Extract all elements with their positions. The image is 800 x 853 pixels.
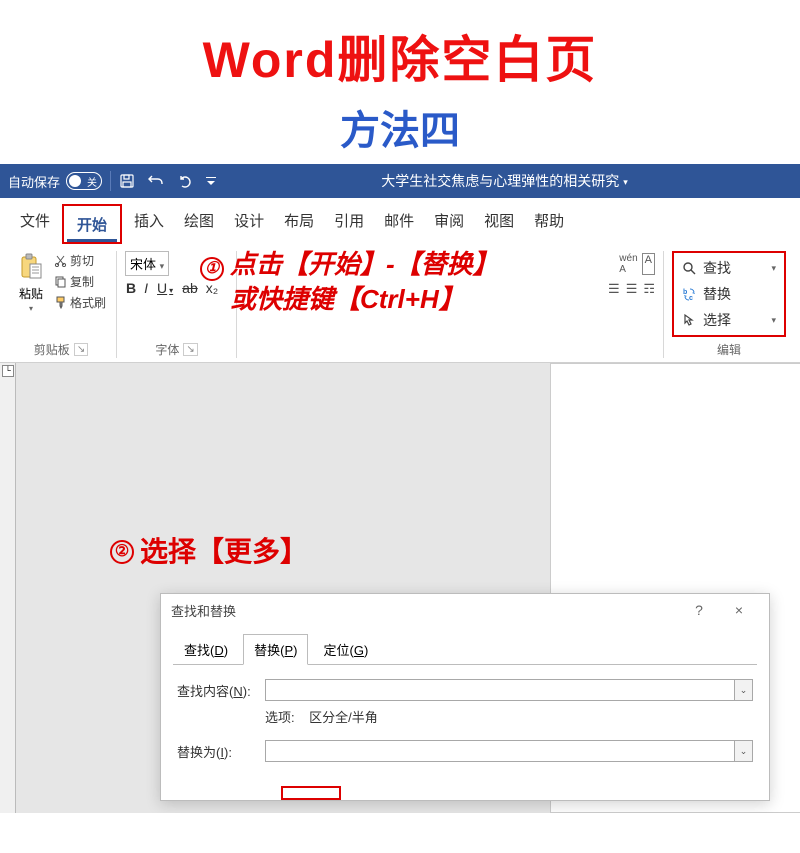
dialog-help-button[interactable]: ? — [679, 602, 719, 618]
char-border-button[interactable]: A — [642, 253, 655, 275]
svg-text:b: b — [683, 289, 687, 296]
tab-file[interactable]: 文件 — [10, 204, 60, 244]
vertical-ruler: └ — [0, 363, 16, 813]
tab-home[interactable]: 开始 — [67, 208, 117, 242]
tab-layout[interactable]: 布局 — [274, 204, 324, 244]
annotation-step1: ①点击【开始】-【替换】 或快捷键【Ctrl+H】 — [200, 247, 499, 317]
tutorial-title: Word删除空白页 — [0, 20, 800, 92]
tab-references[interactable]: 引用 — [324, 204, 374, 244]
save-icon[interactable] — [119, 173, 135, 189]
dialog-title-text: 查找和替换 — [171, 601, 236, 620]
dialog-tab-goto[interactable]: 定位(G) — [312, 634, 379, 665]
italic-button[interactable]: I — [143, 280, 149, 296]
replace-button[interactable]: bc 替换 — [676, 281, 782, 307]
font-family-select[interactable]: 宋体 ▾ — [125, 251, 169, 276]
group-editing: 查找▾ bc 替换 选择▾ 编辑 — [664, 251, 794, 358]
strikethrough-button[interactable]: ab — [181, 280, 199, 296]
highlight-more-button — [281, 786, 341, 800]
phonetic-guide-button[interactable]: wénA — [619, 253, 637, 275]
underline-button[interactable]: U▾ — [155, 280, 175, 296]
find-input-wrapper: ⌄ — [265, 679, 753, 701]
replace-history-dropdown[interactable]: ⌄ — [734, 741, 752, 761]
undo-icon[interactable] — [147, 173, 165, 189]
annotation-step2: ② 选择【更多】 — [110, 533, 308, 571]
multilevel-list-icon[interactable]: ☶ — [643, 281, 655, 297]
dialog-body: 查找内容(N): ⌄ 选项: 区分全/半角 替换为(I): ⌄ — [173, 664, 757, 782]
group-font-label: 字体↘ — [125, 337, 228, 358]
tab-review[interactable]: 审阅 — [424, 204, 474, 244]
tab-view[interactable]: 视图 — [474, 204, 524, 244]
step-marker-1: ① — [200, 257, 224, 281]
tab-mailings[interactable]: 邮件 — [374, 204, 424, 244]
copy-button[interactable]: 复制 — [52, 272, 108, 291]
cut-button[interactable]: 剪切 — [52, 251, 108, 270]
dialog-close-button[interactable]: × — [719, 602, 759, 618]
tab-insert[interactable]: 插入 — [124, 204, 174, 244]
replace-input[interactable] — [266, 741, 734, 761]
tutorial-subtitle: 方法四 — [0, 98, 800, 156]
dialog-tab-find[interactable]: 查找(D) — [173, 634, 239, 665]
tab-help[interactable]: 帮助 — [524, 204, 574, 244]
autosave-label: 自动保存 — [8, 172, 60, 191]
autosave-toggle[interactable]: 自动保存 关 — [8, 172, 102, 191]
dialog-launcher-icon[interactable]: ↘ — [183, 343, 197, 356]
dialog-launcher-icon[interactable]: ↘ — [74, 343, 88, 356]
tab-design[interactable]: 设计 — [224, 204, 274, 244]
options-value: 区分全/半角 — [309, 710, 378, 725]
tab-selector[interactable]: └ — [2, 365, 14, 377]
window-titlebar: 自动保存 关 大学生社交焦虑与心理弹性的相关研究▾ — [0, 164, 800, 198]
paste-label: 粘贴 — [19, 285, 43, 302]
svg-text:c: c — [689, 295, 693, 302]
find-replace-dialog[interactable]: 查找和替换 ? × 查找(D) 替换(P) 定位(G) 查找内容(N): ⌄ 选… — [160, 593, 770, 801]
paste-button[interactable]: 粘贴 ▾ — [14, 251, 48, 315]
highlight-home-tab: 开始 — [62, 204, 122, 244]
group-clipboard: 粘贴 ▾ 剪切 复制 格式刷 剪贴板↘ — [6, 251, 117, 358]
find-history-dropdown[interactable]: ⌄ — [734, 680, 752, 700]
number-list-icon[interactable]: ☰ — [626, 281, 638, 297]
dialog-tab-replace[interactable]: 替换(P) — [243, 634, 308, 665]
bullet-list-icon[interactable]: ☰ — [608, 281, 620, 297]
customize-dropdown-icon[interactable] — [205, 175, 217, 187]
ribbon: 粘贴 ▾ 剪切 复制 格式刷 剪贴板↘ — [0, 245, 800, 363]
replace-label: 替换为(I): — [177, 742, 257, 761]
tab-draw[interactable]: 绘图 — [174, 204, 224, 244]
document-canvas: └ ② 选择【更多】 查找和替换 ? × 查找(D) 替换(P) 定位(G) 查… — [0, 363, 800, 813]
dialog-titlebar[interactable]: 查找和替换 ? × — [161, 594, 769, 626]
toggle-switch[interactable]: 关 — [66, 172, 102, 190]
document-title: 大学生社交焦虑与心理弹性的相关研究▾ — [217, 171, 792, 191]
redo-icon[interactable] — [177, 173, 193, 189]
dialog-tabs: 查找(D) 替换(P) 定位(G) — [161, 626, 769, 665]
format-painter-button[interactable]: 格式刷 — [52, 293, 108, 312]
find-label: 查找内容(N): — [177, 681, 257, 700]
group-editing-label: 编辑 — [672, 337, 786, 358]
replace-input-wrapper: ⌄ — [265, 740, 753, 762]
bold-button[interactable]: B — [125, 280, 137, 296]
divider — [110, 171, 111, 191]
options-label: 选项: — [265, 710, 295, 725]
tutorial-header: Word删除空白页 方法四 — [0, 0, 800, 164]
ribbon-tabs: 文件 开始 插入 绘图 设计 布局 引用 邮件 审阅 视图 帮助 — [0, 198, 800, 245]
step-marker-2: ② — [110, 540, 134, 564]
find-button[interactable]: 查找▾ — [676, 255, 782, 281]
select-button[interactable]: 选择▾ — [676, 307, 782, 333]
highlight-edit-group: 查找▾ bc 替换 选择▾ — [672, 251, 786, 337]
group-clipboard-label: 剪贴板↘ — [14, 337, 108, 358]
find-input[interactable] — [266, 680, 734, 700]
